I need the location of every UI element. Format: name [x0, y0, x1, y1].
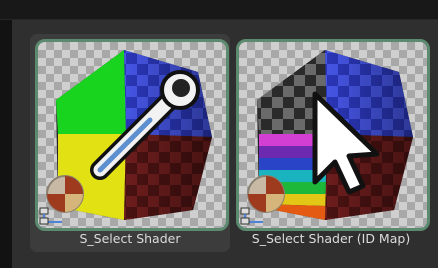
asset-thumbnail	[35, 39, 229, 231]
asset-tile-select-shader-id-map[interactable]: S_Select Shader (ID Map)	[231, 34, 431, 252]
material-ball-icon	[247, 175, 285, 213]
asset-tile-select-shader[interactable]: S_Select Shader	[30, 34, 230, 252]
material-ball-icon	[46, 175, 84, 213]
asset-label: S_Select Shader	[79, 231, 181, 246]
asset-thumbnail	[236, 39, 430, 231]
header-bar	[0, 0, 438, 20]
asset-label: S_Select Shader (ID Map)	[251, 231, 411, 246]
